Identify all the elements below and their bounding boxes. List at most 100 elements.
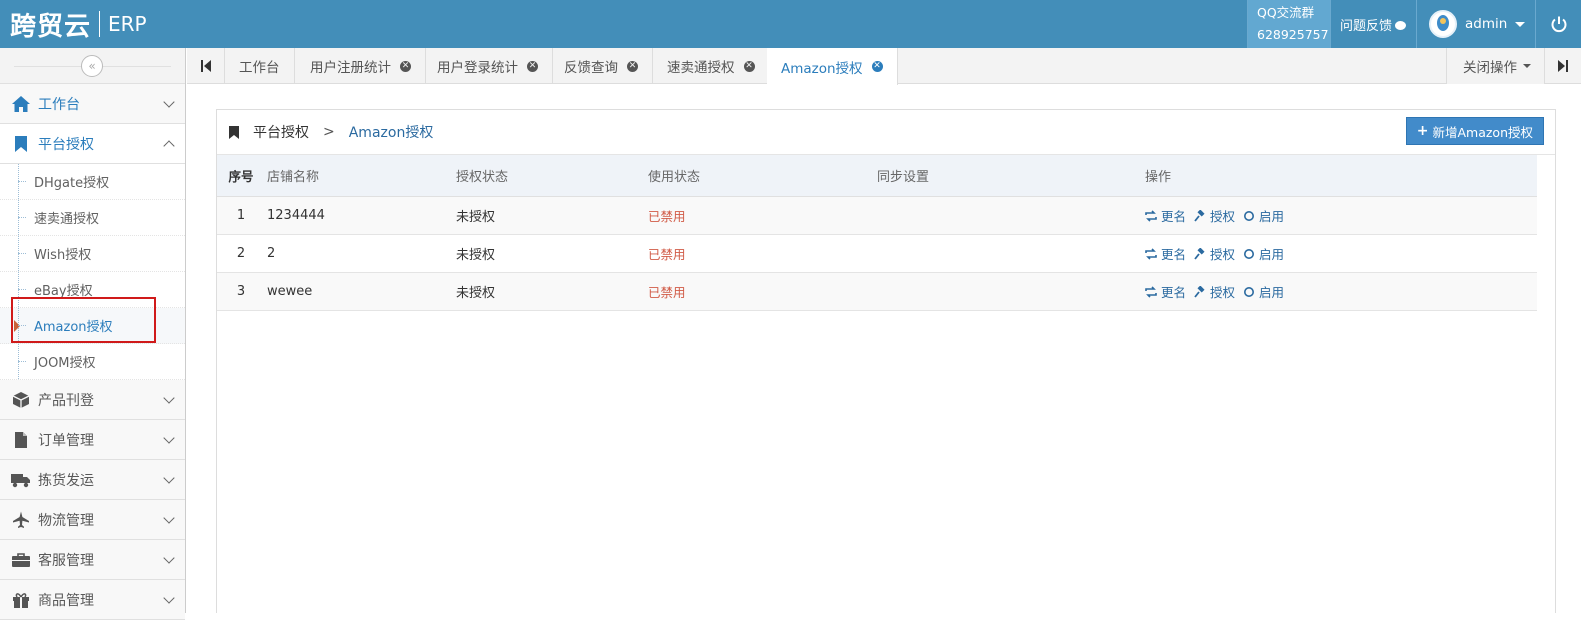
sidebar-subitem-aliexpress[interactable]: 速卖通授权 (0, 200, 185, 236)
logout-button[interactable] (1535, 0, 1581, 48)
enable-label: 启用 (1259, 247, 1285, 262)
enable-link[interactable]: 启用 (1243, 206, 1284, 225)
close-tabs-dropdown[interactable]: 关闭操作 (1446, 48, 1544, 84)
rename-label: 更名 (1161, 285, 1187, 300)
close-icon[interactable]: ✕ (743, 60, 755, 72)
active-indicator-icon (14, 320, 20, 332)
auth-status: 未授权 (456, 286, 496, 301)
close-icon[interactable]: ✕ (527, 60, 538, 72)
avatar (1429, 10, 1457, 38)
sidebar-item-label: 拣货发运 (38, 472, 94, 489)
sidebar-collapse-button[interactable]: « (81, 55, 103, 77)
close-icon[interactable]: ✕ (871, 61, 883, 72)
sidebar-item-label: 工作台 (38, 96, 80, 113)
user-name: admin (1465, 16, 1508, 32)
brand-product: ERP (108, 12, 147, 36)
rename-link[interactable]: 更名 (1145, 244, 1186, 263)
bookmark-icon (229, 125, 239, 139)
shop-name: 2 (267, 246, 276, 261)
circle-icon (1244, 210, 1255, 221)
shop-name: wewee (267, 284, 313, 299)
sidebar-item-goods[interactable]: 商品管理 (0, 580, 185, 620)
row-actions: 更名 授权 启用 (1145, 282, 1537, 301)
sidebar-item-customer-service[interactable]: 客服管理 (0, 540, 185, 580)
sidebar-item-workbench[interactable]: 工作台 (0, 84, 185, 124)
gavel-icon (1194, 247, 1205, 260)
table-row: 3 wewee 未授权 已禁用 更名 授权 启用 (217, 273, 1537, 311)
rename-link[interactable]: 更名 (1145, 282, 1186, 301)
sidebar-item-platform-auth[interactable]: 平台授权 (0, 124, 185, 164)
tab-scroll-right-button[interactable] (1544, 48, 1581, 84)
column-header-shop: 店铺名称 (267, 170, 320, 185)
truck-icon (10, 471, 32, 489)
shop-name: 1234444 (267, 208, 325, 223)
sidebar: « 工作台 平台授权 DHgate授权 速卖通授权 Wish授权 eBay授权 … (0, 48, 186, 620)
gavel-icon (1194, 209, 1205, 222)
enable-link[interactable]: 启用 (1243, 244, 1284, 263)
sidebar-subitem-wish[interactable]: Wish授权 (0, 236, 185, 272)
tab-workbench[interactable]: 工作台 (225, 48, 295, 84)
add-amazon-auth-button[interactable]: + 新增Amazon授权 (1405, 117, 1544, 145)
chevron-down-icon (163, 96, 175, 108)
sidebar-subitem-amazon[interactable]: Amazon授权 (0, 308, 185, 344)
auth-table: 序号 店铺名称 授权状态 使用状态 同步设置 操作 1 1234444 未授权 … (217, 155, 1537, 311)
chevron-down-icon (163, 512, 175, 524)
use-status: 已禁用 (648, 209, 686, 224)
enable-label: 启用 (1259, 209, 1285, 224)
retweet-icon (1145, 247, 1157, 260)
rename-label: 更名 (1161, 247, 1187, 262)
power-icon (1551, 16, 1567, 33)
qq-group-label: QQ交流群 (1257, 5, 1315, 20)
sidebar-item-logistics[interactable]: 物流管理 (0, 500, 185, 540)
sidebar-item-picking-shipping[interactable]: 拣货发运 (0, 460, 185, 500)
cube-icon (10, 391, 32, 409)
gavel-icon (1194, 285, 1205, 298)
briefcase-icon (10, 551, 32, 569)
sidebar-subitem-ebay[interactable]: eBay授权 (0, 272, 185, 308)
breadcrumb-root[interactable]: 平台授权 (253, 122, 309, 142)
authorize-label: 授权 (1210, 209, 1236, 224)
tab-user-register-stats[interactable]: 用户注册统计 ✕ (296, 48, 426, 84)
step-backward-icon (200, 60, 211, 72)
row-actions: 更名 授权 启用 (1145, 244, 1537, 263)
sidebar-subitem-dhgate[interactable]: DHgate授权 (0, 164, 185, 200)
brand[interactable]: 跨贸云 ERP (10, 6, 147, 42)
row-index: 2 (236, 246, 246, 261)
feedback-button[interactable]: 问题反馈 (1330, 0, 1416, 48)
bookmark-icon (10, 135, 32, 153)
column-header-use-status: 使用状态 (648, 170, 701, 185)
close-icon[interactable]: ✕ (627, 60, 638, 72)
tab-amazon-auth[interactable]: Amazon授权 ✕ (767, 48, 898, 85)
close-icon[interactable]: ✕ (400, 60, 411, 72)
enable-link[interactable]: 启用 (1243, 282, 1284, 301)
caret-down-icon (1515, 21, 1526, 27)
sidebar-item-label: 订单管理 (38, 432, 94, 449)
tab-user-login-stats[interactable]: 用户登录统计 ✕ (423, 48, 553, 84)
circle-icon (1244, 286, 1255, 297)
tab-feedback-query[interactable]: 反馈查询 ✕ (550, 48, 653, 84)
chevron-down-icon (163, 472, 175, 484)
sidebar-item-label: 客服管理 (38, 552, 94, 569)
use-status: 已禁用 (648, 247, 686, 262)
sidebar-item-product-listing[interactable]: 产品刊登 (0, 380, 185, 420)
authorize-link[interactable]: 授权 (1194, 282, 1235, 301)
sidebar-item-label: 产品刊登 (38, 392, 94, 409)
sidebar-collapse-row: « (0, 48, 185, 84)
sidebar-item-label: 商品管理 (38, 592, 94, 609)
authorize-link[interactable]: 授权 (1194, 244, 1235, 263)
chevron-down-icon (163, 592, 175, 604)
authorize-link[interactable]: 授权 (1194, 206, 1235, 225)
use-status: 已禁用 (648, 285, 686, 300)
rename-link[interactable]: 更名 (1145, 206, 1186, 225)
close-tabs-label: 关闭操作 (1463, 60, 1517, 76)
sidebar-subitem-label: Amazon授权 (34, 320, 113, 335)
retweet-icon (1145, 285, 1157, 298)
sidebar-item-orders[interactable]: 订单管理 (0, 420, 185, 460)
sidebar-subitem-joom[interactable]: JOOM授权 (0, 344, 185, 380)
tab-label: 反馈查询 (564, 60, 618, 76)
tab-scroll-left-button[interactable] (187, 48, 225, 84)
circle-icon (1244, 248, 1255, 259)
tab-label: 工作台 (239, 60, 280, 76)
tab-aliexpress-auth[interactable]: 速卖通授权 ✕ (653, 48, 770, 84)
user-menu[interactable]: admin (1416, 0, 1535, 48)
